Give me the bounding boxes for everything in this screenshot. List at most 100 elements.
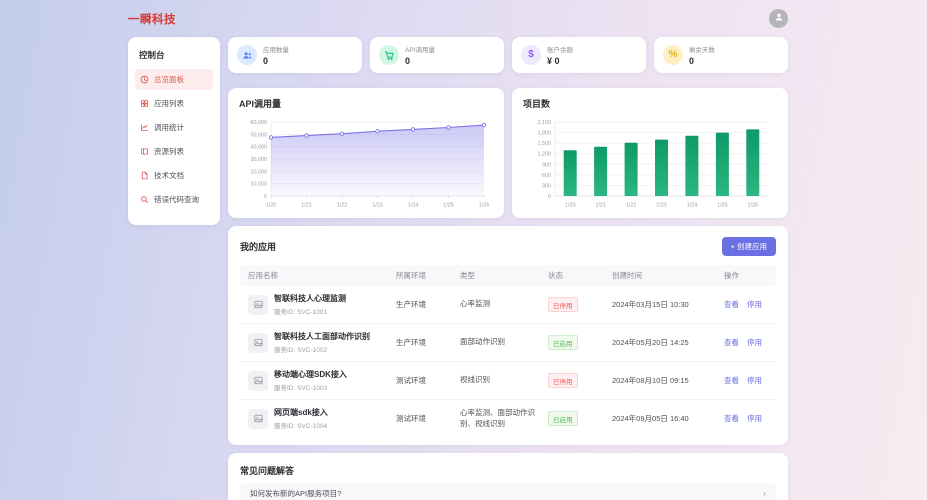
svg-text:1/24: 1/24	[687, 203, 698, 209]
percent-icon: %	[663, 45, 683, 65]
sidebar-title: 控制台	[135, 47, 213, 69]
app-type: 心率监测、面部动作识别、视线识别	[460, 408, 548, 430]
column-header: 类型	[460, 270, 548, 281]
svg-text:2,100: 2,100	[538, 120, 552, 126]
chevron-right-icon: ›	[763, 489, 766, 498]
stat-card: 应用数量 0	[228, 37, 362, 73]
cart-icon	[379, 45, 399, 65]
dollar-icon: $	[521, 45, 541, 65]
faq-list: 如何发布新的API服务项目? › 服务费用是如何扣除的? › 如何查看服务调用详…	[240, 483, 776, 500]
stat-value: 0	[689, 56, 715, 66]
svg-text:50,000: 50,000	[251, 132, 268, 138]
status-badge: 已启用	[548, 411, 578, 426]
stat-card: $ 账户余额 ¥ 0	[512, 37, 646, 73]
user-avatar[interactable]	[769, 9, 788, 28]
app-name: 智联科技人工面部动作识别	[274, 331, 370, 342]
svg-text:1,800: 1,800	[538, 131, 552, 137]
my-apps-card: 我的应用 + 创建应用 应用名称 所属环境 类型 状态 创建时间 操作 智联科技…	[228, 226, 788, 445]
app-name: 网页端sdk接入	[274, 407, 328, 418]
svg-text:1/25: 1/25	[443, 203, 454, 209]
svg-text:1/23: 1/23	[656, 203, 667, 209]
svg-text:1/26: 1/26	[748, 203, 759, 209]
create-app-button[interactable]: + 创建应用	[722, 237, 776, 256]
disable-link[interactable]: 停用	[747, 375, 762, 386]
svg-text:600: 600	[542, 173, 551, 179]
table-row: 移动端心理SDK接入 服务ID: SVC-1003 测试环境 视线识别 已停用 …	[240, 362, 776, 400]
app-service-id: 服务ID: SVC-1003	[274, 382, 347, 392]
svg-text:1/24: 1/24	[408, 203, 419, 209]
disable-link[interactable]: 停用	[747, 337, 762, 348]
svg-text:1/21: 1/21	[595, 203, 606, 209]
view-link[interactable]: 查看	[724, 413, 739, 424]
charts-row: API调用量 010,00020,00030,00040,00050,00060…	[228, 88, 788, 218]
app-type: 面部动作识别	[460, 337, 548, 348]
column-header: 所属环境	[396, 270, 460, 281]
sidebar-item-resource[interactable]: 资源列表	[135, 141, 213, 162]
sidebar-item-docs[interactable]: 技术文档	[135, 165, 213, 186]
stat-label: API调用量	[405, 44, 435, 54]
chart-title: API调用量	[239, 97, 493, 110]
table-row: 智联科技人心理监测 服务ID: SVC-1001 生产环境 心率监测 已停用 2…	[240, 286, 776, 324]
svg-text:1,200: 1,200	[538, 152, 552, 158]
status-badge: 已停用	[548, 373, 578, 388]
app-type: 视线识别	[460, 375, 548, 386]
view-link[interactable]: 查看	[724, 337, 739, 348]
topbar: 一瞬科技	[0, 0, 927, 37]
stats-icon	[140, 123, 149, 132]
app-env: 测试环境	[396, 413, 460, 424]
resource-icon	[140, 147, 149, 156]
sidebar-item-stats[interactable]: 调用统计	[135, 117, 213, 138]
app-type: 心率监测	[460, 299, 548, 310]
svg-text:1/22: 1/22	[626, 203, 637, 209]
api-calls-chart-card: API调用量 010,00020,00030,00040,00050,00060…	[228, 88, 504, 218]
sidebar-nav: 总览面板 应用列表 调用统计 资源列表 技术文档 错误代码查询	[135, 69, 213, 210]
app-file-icon	[248, 371, 268, 391]
stat-card: % 剩余天数 0	[654, 37, 788, 73]
svg-text:300: 300	[542, 183, 551, 189]
svg-text:60,000: 60,000	[251, 120, 268, 126]
svg-text:1/25: 1/25	[717, 203, 728, 209]
brand-logo[interactable]: 一瞬科技	[128, 11, 176, 27]
sidebar-item-dashboard[interactable]: 总览面板	[135, 69, 213, 90]
table-row: 网页端sdk接入 服务ID: SVC-1004 测试环境 心率监测、面部动作识别…	[240, 400, 776, 437]
app-list-icon	[140, 99, 149, 108]
sidebar-item-search[interactable]: 错误代码查询	[135, 189, 213, 210]
stat-label: 应用数量	[263, 44, 289, 54]
app-name: 移动端心理SDK接入	[274, 369, 347, 380]
disable-link[interactable]: 停用	[747, 299, 762, 310]
svg-text:1/26: 1/26	[479, 203, 490, 209]
column-header: 状态	[548, 270, 612, 281]
column-header: 应用名称	[248, 270, 396, 281]
status-badge: 已停用	[548, 297, 578, 312]
app-file-icon	[248, 409, 268, 429]
svg-text:30,000: 30,000	[251, 157, 268, 163]
svg-text:10,000: 10,000	[251, 182, 268, 188]
stat-label: 剩余天数	[689, 44, 715, 54]
app-created-time: 2024年09月05日 16:40	[612, 413, 724, 424]
sidebar: 控制台 总览面板 应用列表 调用统计 资源列表 技术文档 错误代码查询	[128, 37, 220, 225]
svg-text:1/20: 1/20	[266, 203, 277, 209]
app-service-id: 服务ID: SVC-1004	[274, 420, 328, 430]
disable-link[interactable]: 停用	[747, 413, 762, 424]
sidebar-item-app-list[interactable]: 应用列表	[135, 93, 213, 114]
section-title: 我的应用	[240, 240, 276, 253]
svg-text:20,000: 20,000	[251, 169, 268, 175]
main-layout: 控制台 总览面板 应用列表 调用统计 资源列表 技术文档 错误代码查询 应用数量…	[128, 37, 788, 500]
app-service-id: 服务ID: SVC-1002	[274, 344, 370, 354]
view-link[interactable]: 查看	[724, 299, 739, 310]
app-created-time: 2024年08月10日 09:15	[612, 375, 724, 386]
app-name: 智联科技人心理监测	[274, 293, 346, 304]
projects-chart-card: 项目数 03006009001,2001,5001,8002,1001/201/…	[512, 88, 788, 218]
stat-label: 账户余额	[547, 44, 573, 54]
app-file-icon	[248, 333, 268, 353]
dashboard-icon	[140, 75, 149, 84]
svg-text:1/23: 1/23	[372, 203, 383, 209]
docs-icon	[140, 171, 149, 180]
stats-row: 应用数量 0 API调用量 0 $ 账户余额 ¥ 0 % 剩余天数 0	[228, 37, 788, 73]
app-env: 测试环境	[396, 375, 460, 386]
faq-card: 常见问题解答 如何发布新的API服务项目? › 服务费用是如何扣除的? › 如何…	[228, 453, 788, 500]
view-link[interactable]: 查看	[724, 375, 739, 386]
column-header: 操作	[724, 270, 768, 281]
faq-item[interactable]: 如何发布新的API服务项目? ›	[240, 483, 776, 500]
search-icon	[140, 195, 149, 204]
